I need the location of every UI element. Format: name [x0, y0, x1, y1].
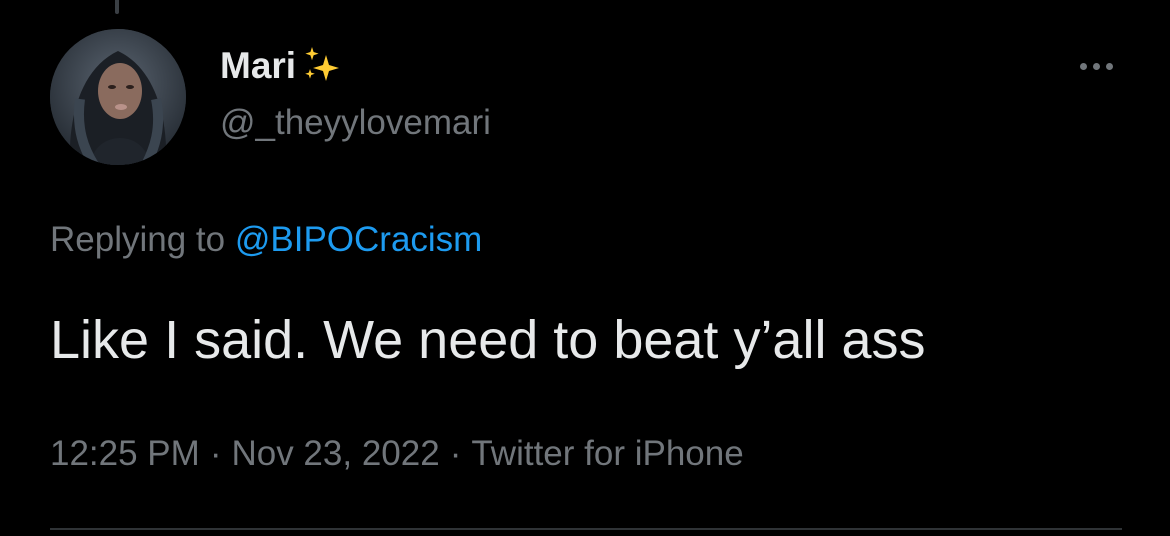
- display-name[interactable]: Mari: [220, 44, 296, 88]
- divider: [50, 528, 1122, 530]
- replying-to-label: Replying to: [50, 220, 226, 259]
- meta-separator: ·: [449, 434, 462, 473]
- tweet-date[interactable]: Nov 23, 2022: [231, 434, 439, 473]
- tweet-metadata: 12:25 PM · Nov 23, 2022 · Twitter for iPhone: [50, 432, 744, 476]
- sparkles-icon: [300, 43, 346, 89]
- avatar-image: [50, 29, 186, 165]
- tweet-source-link[interactable]: Twitter for iPhone: [471, 434, 743, 473]
- avatar[interactable]: [50, 29, 186, 165]
- replying-to-mention-link[interactable]: @BIPOCracism: [235, 220, 483, 259]
- replying-to-line: Replying to @BIPOCracism: [50, 218, 482, 262]
- thread-connector-line: [115, 0, 119, 14]
- more-options-button[interactable]: [1066, 48, 1126, 84]
- more-options-icon-dot: [1105, 62, 1113, 70]
- tweet-time[interactable]: 12:25 PM: [50, 434, 200, 473]
- author-name-row[interactable]: Mari: [220, 44, 346, 88]
- more-options-icon: [1079, 62, 1087, 70]
- meta-separator: ·: [209, 434, 222, 473]
- user-handle[interactable]: @_theyylovemari: [220, 101, 491, 145]
- more-options-icon-dot: [1092, 62, 1100, 70]
- tweet-text: Like I said. We need to beat y’all ass: [50, 310, 926, 370]
